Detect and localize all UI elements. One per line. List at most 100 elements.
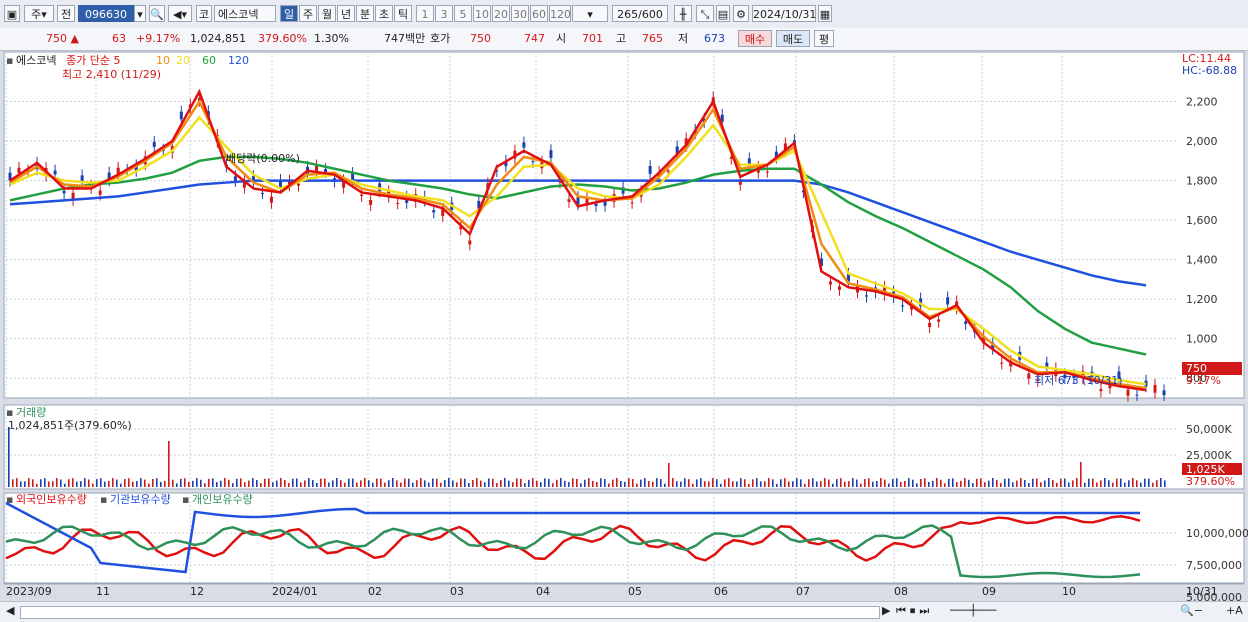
volume-bar-163 [660,479,662,487]
volume-bar-73 [300,482,302,487]
volume-ratio: 379.60% [258,32,307,45]
sell-button[interactable]: 매도 [776,30,810,47]
draw-icon[interactable]: ⤡ [696,5,714,22]
interval-button-20[interactable]: 20 [492,5,510,22]
calendar-icon[interactable]: ▦ [818,5,832,22]
volume-bar-11 [52,481,54,487]
volume-bar-280 [1128,480,1130,487]
interval-button-120[interactable]: 120 [549,5,571,22]
volume-bar-161 [652,481,654,487]
volume-bar-45 [188,481,190,487]
volume-bar-247 [996,479,998,487]
period-button-2[interactable]: 월 [318,5,336,22]
save-icon[interactable]: ▤ [716,5,730,22]
volume-bar-12 [56,478,58,487]
volume-bar-107 [436,478,438,487]
volume-bar-223 [900,481,902,487]
volume-bar-17 [76,481,78,487]
chart-scrollbar[interactable]: ◀ ▶ ⏮⏹⏭ ───┼─── 🔍− +A [0,601,1248,622]
volume-bar-203 [820,481,822,487]
period-button-4[interactable]: 분 [356,5,374,22]
x-axis-label-10: 08 [894,585,908,598]
period-button-6[interactable]: 틱 [394,5,412,22]
holding-bullet-1: ▪ [100,493,107,506]
volume-bar-88 [360,480,362,487]
count-field[interactable]: 265/600 [612,5,668,22]
zoom-out-icon[interactable]: 🔍− [1180,604,1203,617]
volume-bar-201 [812,478,814,487]
speaker-icon[interactable]: ◀▾ [168,5,192,22]
candle-icon[interactable]: ╫ [674,5,692,22]
x-axis-label-9: 07 [796,585,810,598]
zoom-slider[interactable]: ───┼─── [950,604,996,617]
period-button-0[interactable]: 일 [280,5,298,22]
volume-bar-289 [1164,480,1166,487]
avg-button[interactable]: 평 [814,30,834,47]
interval-button-5[interactable]: 5 [454,5,472,22]
candle-body-71 [648,165,652,174]
volume-bar-146 [592,480,594,487]
candle-body-39 [360,194,364,196]
volume-bar-38 [160,481,162,487]
playback-controls[interactable]: ⏮⏹⏭ [896,604,933,618]
stock-code-input[interactable]: 096630 [78,5,134,22]
volume-bar-121 [492,478,494,487]
volume-bar-115 [468,482,470,487]
period-button-3[interactable]: 년 [337,5,355,22]
scroll-track[interactable] [20,606,880,619]
volume-bar-91 [372,482,374,487]
candle-body-5 [53,170,57,175]
x-axis-label-5: 03 [450,585,464,598]
date-field[interactable]: 2024/10/31 [752,5,816,22]
prev-button[interactable]: 전 [57,5,75,22]
period-button-1[interactable]: 주 [299,5,317,22]
volume-bar-112 [456,482,458,487]
candle-body-110 [1000,362,1004,364]
font-size-icon[interactable]: +A [1226,604,1243,617]
interval-dropdown[interactable]: ▾ [572,5,608,22]
chart-menu-icon[interactable]: ▣ [4,5,20,22]
volume-bar-157 [636,483,638,487]
volume-bar-151 [612,479,614,487]
period-select[interactable]: 주▾ [24,5,54,22]
volume-bar-31 [132,481,134,487]
period-button-5[interactable]: 초 [375,5,393,22]
current-price-value: 750 [46,32,67,45]
volume-bar-139 [564,480,566,487]
volume-bar-150 [608,483,610,487]
interval-button-60[interactable]: 60 [530,5,548,22]
volume-bar-224 [904,480,906,487]
stock-chart[interactable]: 2023/09 11 12 2024/01 02 03 04 05 06 07 08 09 10 10/3… [0,50,1248,601]
price-change: 63 [112,32,126,45]
price-info-bar: 750 ▲ 63 +9.17% 1,024,851 379.60% 1.30% … [0,28,1248,51]
stock-name-field[interactable]: 에스코넥 [214,5,276,22]
volume-bar-127 [516,478,518,487]
volume-bar-44 [184,478,186,487]
volume-bar-185 [748,483,750,487]
interval-button-1[interactable]: 1 [416,5,434,22]
interval-button-30[interactable]: 30 [511,5,529,22]
gear-icon[interactable]: ⚙ [733,5,749,22]
volume-bar-23 [100,478,102,487]
volume-bar-66 [272,482,274,487]
volume-bar-5 [28,478,30,487]
search-icon[interactable]: 🔍 [149,5,165,22]
y-tick-price-4: 1,400 [1186,254,1218,267]
interval-button-10[interactable]: 10 [473,5,491,22]
volume-bar-79 [324,478,326,487]
interval-button-3[interactable]: 3 [435,5,453,22]
scroll-right-icon[interactable]: ▶ [882,604,890,617]
buy-button[interactable]: 매수 [738,30,772,47]
code-dropdown-icon[interactable]: ▾ [134,5,146,22]
scroll-left-icon[interactable]: ◀ [6,604,14,617]
volume-bar-273 [1100,480,1102,487]
volume-bar-24 [104,481,106,487]
low-annotation: 최저 673 (10/31) [1034,374,1123,387]
volume-bar-225 [908,478,910,487]
volume-bar-288 [1160,478,1162,487]
volume-bar-82 [336,478,338,487]
candle-body-104 [946,297,950,305]
volume-bar-0 [8,427,10,487]
candle-body-127 [1153,384,1157,393]
exchange-label[interactable]: 코 [196,5,212,22]
